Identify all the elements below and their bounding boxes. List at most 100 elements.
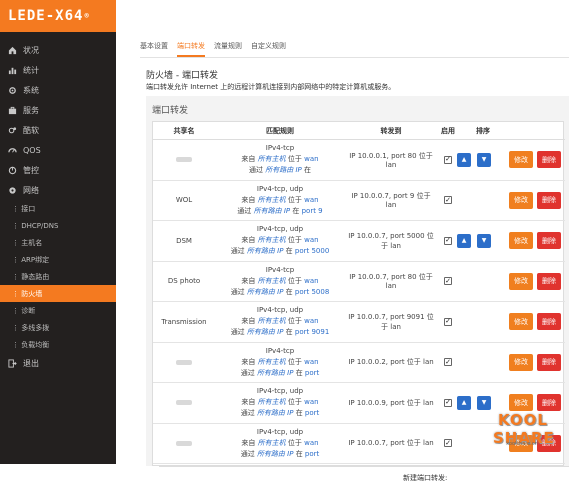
sidebar-item-1[interactable]: 统计 <box>0 60 116 80</box>
sidebar-item-0[interactable]: 状况 <box>0 40 116 60</box>
tab-2[interactable]: 流量规则 <box>214 39 242 57</box>
home-icon <box>8 46 17 55</box>
app-logo[interactable]: LEDE-X64 ® <box>0 0 116 32</box>
match-via: 通过 所有路由 IP 在 port <box>240 449 320 458</box>
logout-item[interactable]: 退出 <box>0 353 116 373</box>
sidebar-item-4[interactable]: 酷软 <box>0 120 116 140</box>
rule-name <box>153 343 215 383</box>
main-content: 基本设置 端口转发 流量规则 自定义规则 防火墙 - 端口转发 端口转发允许 Inte… <box>116 0 569 488</box>
page-description: 端口转发允许 Internet 上的远程计算机连接到内部网络中的特定计算机或服务… <box>146 83 396 91</box>
move-up-icon[interactable]: ▲ <box>457 152 471 167</box>
new-forward-label: 新建端口转发: <box>403 474 448 482</box>
gear-icon <box>8 86 17 95</box>
header-enabled: 启用 <box>441 126 455 135</box>
match-via: 通过 所有路由 IP 在 port 5000 <box>230 247 330 256</box>
match-rule: IPv4-tcp, udp 来自 所有主机 位于 wan 通过 所有路由 IP 在 … <box>215 181 345 221</box>
network-subitem-4[interactable]: ⋮ 静态路由 <box>0 268 116 285</box>
header-forward: 转发到 <box>380 126 402 135</box>
tab-0[interactable]: 基本设置 <box>140 39 168 57</box>
sidebar-item-label: 系统 <box>23 85 39 95</box>
move-down-icon[interactable]: ▼ <box>477 152 491 167</box>
watermark: KOOL SHARE koolshare.cn <box>483 411 561 456</box>
delete-button[interactable]: 删除 <box>537 151 561 169</box>
match-rule: IPv4-tcp, udp 来自 所有主机 位于 wan 通过 所有路由 IP 在 … <box>215 383 345 423</box>
network-subitem-8[interactable]: ⋮ 负载均衡 <box>0 336 116 353</box>
network-subitem-3[interactable]: ⋮ ARP绑定 <box>0 251 116 268</box>
delete-button[interactable]: 删除 <box>537 232 561 250</box>
table-row: WOL IPv4-tcp, udp 来自 所有主机 位于 wan 通过 所有路由 IP… <box>153 181 565 221</box>
table-row: DS photo IPv4-tcp 来自 所有主机 位于 wan 通过 所有路由 IP… <box>153 262 565 302</box>
match-via: 通过 所有路由 IP 在 port <box>240 409 320 418</box>
rule-name: Transmission <box>161 317 207 326</box>
delete-button[interactable]: 删除 <box>537 394 561 412</box>
sidebar-item-6[interactable]: 管控 <box>0 160 116 180</box>
match-from: 来自 所有主机 位于 wan <box>241 317 319 326</box>
forward-target: IP 10.0.0.2, port 位于 lan <box>348 358 434 367</box>
sidebar-item-7[interactable]: 网络 <box>0 180 116 200</box>
speedometer-icon <box>8 146 17 155</box>
match-via: 通过 所有路由 IP 在 <box>249 166 311 175</box>
enabled-checkbox[interactable] <box>444 439 452 448</box>
header-name: 共享名 <box>173 126 195 135</box>
match-rule: IPv4-tcp, udp 来自 所有主机 位于 wan 通过 所有路由 IP 在 … <box>215 424 345 464</box>
match-proto: IPv4-tcp <box>265 346 295 355</box>
enabled-checkbox[interactable] <box>444 277 452 286</box>
sidebar-item-label: 酷软 <box>23 125 39 135</box>
tab-3[interactable]: 自定义规则 <box>251 39 286 57</box>
edit-button[interactable]: 修改 <box>509 232 533 250</box>
edit-button[interactable]: 修改 <box>509 394 533 412</box>
control-icon <box>8 166 17 175</box>
table-header: 共享名 匹配规则 转发到 启用 排序 <box>153 122 565 140</box>
match-proto: IPv4-tcp, udp <box>256 387 304 396</box>
delete-button[interactable]: 删除 <box>537 191 561 209</box>
sidebar-item-2[interactable]: 系统 <box>0 80 116 100</box>
registered-mark: ® <box>84 12 90 20</box>
enabled-checkbox[interactable] <box>444 317 452 326</box>
rule-name <box>153 140 215 180</box>
sidebar-item-3[interactable]: 服务 <box>0 100 116 120</box>
tab-divider <box>140 57 569 58</box>
network-subitem-1[interactable]: ⋮ DHCP/DNS <box>0 217 116 234</box>
move-down-icon[interactable]: ▼ <box>477 395 491 410</box>
edit-button[interactable]: 修改 <box>509 313 533 331</box>
logout-icon <box>8 358 17 368</box>
edit-button[interactable]: 修改 <box>509 151 533 169</box>
network-subitem-0[interactable]: ⋮ 接口 <box>0 200 116 217</box>
edit-button[interactable]: 修改 <box>509 353 533 371</box>
rule-name: WOL <box>175 196 193 205</box>
match-from: 来自 所有主机 位于 wan <box>241 195 319 204</box>
network-subitem-7[interactable]: ⋮ 多线多拨 <box>0 319 116 336</box>
match-proto: IPv4-tcp, udp <box>256 225 304 234</box>
redacted-name <box>176 359 192 365</box>
table-row: Transmission IPv4-tcp, udp 来自 所有主机 位于 wan 通… <box>153 302 565 343</box>
enabled-checkbox[interactable] <box>444 196 452 205</box>
forward-target: IP 10.0.0.1, port 80 位于 lan <box>349 151 433 169</box>
network-subitem-5[interactable]: ⋮ 防火墙 <box>0 285 116 302</box>
move-up-icon[interactable]: ▲ <box>457 395 471 410</box>
network-subitem-2[interactable]: ⋮ 主机名 <box>0 234 116 251</box>
enabled-checkbox[interactable] <box>444 358 452 367</box>
match-proto: IPv4-tcp, udp <box>256 306 304 315</box>
app-title: LEDE-X64 <box>8 8 84 24</box>
edit-button[interactable]: 修改 <box>509 272 533 290</box>
delete-button[interactable]: 删除 <box>537 272 561 290</box>
forward-target: IP 10.0.0.9, port 位于 lan <box>348 398 434 407</box>
edit-button[interactable]: 修改 <box>509 191 533 209</box>
match-rule: IPv4-tcp 来自 所有主机 位于 wan 通过 所有路由 IP 在 <box>215 140 345 180</box>
sidebar-item-label: QOS <box>23 145 41 155</box>
tab-bar: 基本设置 端口转发 流量规则 自定义规则 <box>140 39 286 57</box>
network-subitem-6[interactable]: ⋮ 诊断 <box>0 302 116 319</box>
rule-name: DS photo <box>167 277 201 286</box>
watermark-site: koolshare.cn <box>506 441 538 447</box>
sidebar-item-label: 网络 <box>23 185 39 195</box>
sidebar-item-5[interactable]: QOS <box>0 140 116 160</box>
match-from: 来自 所有主机 位于 wan <box>241 236 319 245</box>
move-up-icon[interactable]: ▲ <box>457 233 471 248</box>
tab-1[interactable]: 端口转发 <box>177 39 205 57</box>
match-proto: IPv4-tcp <box>265 265 295 274</box>
sidebar-item-label: 统计 <box>23 65 39 75</box>
match-rule: IPv4-tcp 来自 所有主机 位于 wan 通过 所有路由 IP 在 port … <box>215 262 345 302</box>
delete-button[interactable]: 删除 <box>537 353 561 371</box>
delete-button[interactable]: 删除 <box>537 313 561 331</box>
move-down-icon[interactable]: ▼ <box>477 233 491 248</box>
